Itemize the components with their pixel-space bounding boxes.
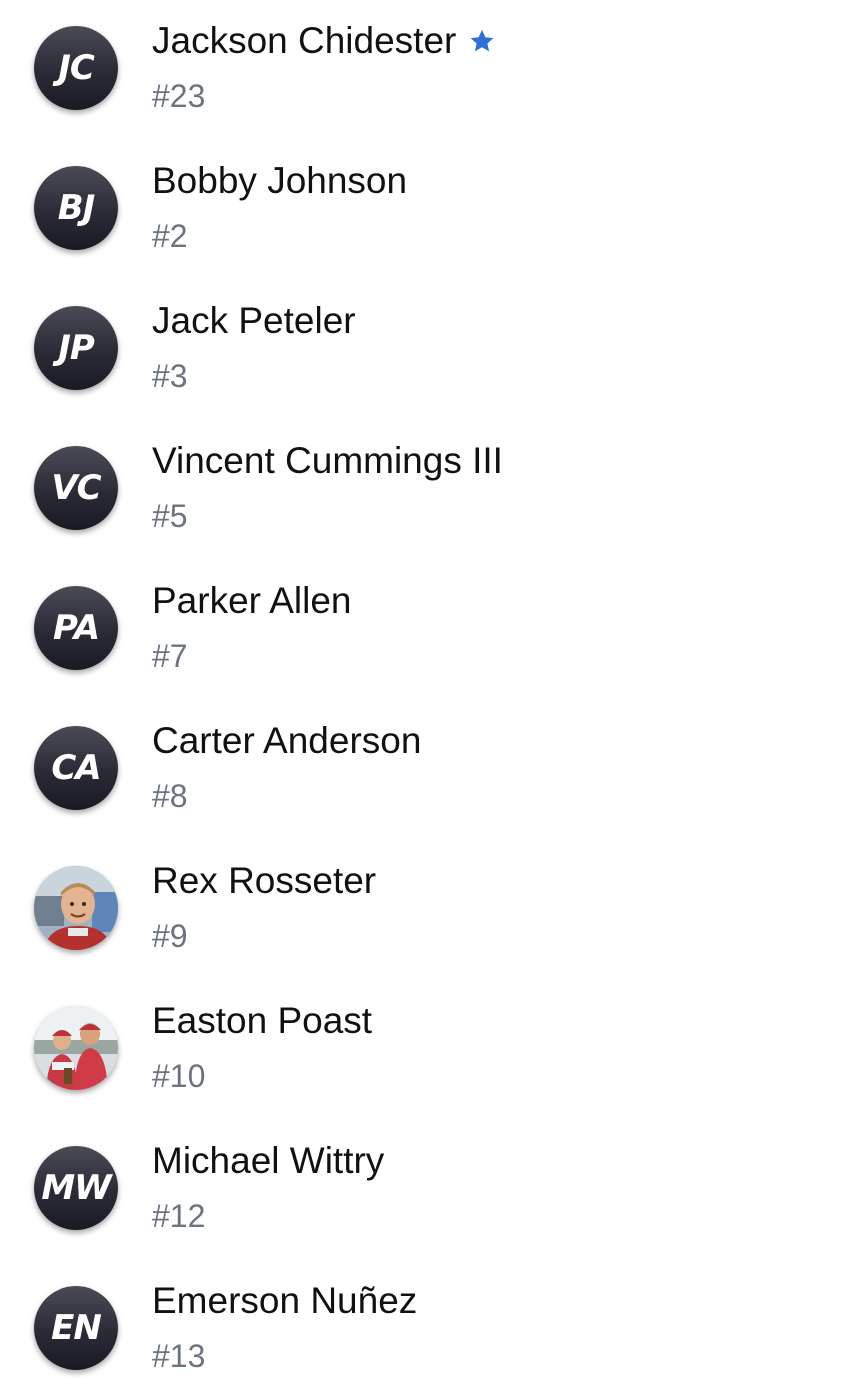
avatar-initials: VC: [51, 468, 101, 508]
jersey-number: #8: [152, 778, 188, 814]
jersey-number: #13: [152, 1338, 206, 1374]
jersey-number: #3: [152, 358, 188, 394]
star-icon: [470, 29, 494, 51]
avatar-initials: JP: [58, 328, 95, 368]
player-name: Easton Poast: [152, 1000, 373, 1041]
player-name: Bobby Johnson: [152, 160, 408, 201]
avatar-initials: JC: [58, 48, 95, 88]
player-row[interactable]: MW Michael Wittry #12: [0, 1120, 864, 1260]
player-name-line: Michael Wittry: [152, 1142, 384, 1179]
avatar-initials: EN: [51, 1308, 102, 1348]
player-name: Jackson Chidester: [152, 20, 457, 61]
player-name: Jack Peteler: [152, 300, 356, 341]
player-row[interactable]: VC Vincent Cummings III #5: [0, 420, 864, 560]
player-name-line: Carter Anderson: [152, 722, 421, 759]
player-avatar: JP: [34, 306, 118, 390]
player-avatar: PA: [34, 586, 118, 670]
player-name-line: Emerson Nuñez: [152, 1282, 417, 1319]
player-row[interactable]: JP Jack Peteler #3: [0, 280, 864, 420]
player-avatar: JC: [34, 26, 118, 110]
avatar-initials: BJ: [57, 188, 96, 228]
player-row[interactable]: BJ Bobby Johnson #2: [0, 140, 864, 280]
player-photo-avatar: [34, 1006, 118, 1090]
player-name: Vincent Cummings III: [152, 440, 503, 481]
jersey-number: #10: [152, 1058, 206, 1094]
player-row[interactable]: EN Emerson Nuñez #13: [0, 1260, 864, 1394]
player-avatar: VC: [34, 446, 118, 530]
jersey-number: #7: [152, 638, 188, 674]
player-name-line: Jack Peteler: [152, 302, 356, 339]
player-avatar: CA: [34, 726, 118, 810]
player-name: Parker Allen: [152, 580, 352, 621]
player-name: Carter Anderson: [152, 720, 422, 761]
avatar-initials: CA: [51, 748, 101, 788]
jersey-number: #9: [152, 918, 188, 954]
jersey-number: #12: [152, 1198, 206, 1234]
player-row[interactable]: Rex Rosseter #9: [0, 840, 864, 980]
player-row[interactable]: Easton Poast #10: [0, 980, 864, 1120]
player-name: Rex Rosseter: [152, 860, 377, 901]
player-row[interactable]: JC Jackson Chidester #23: [0, 0, 864, 140]
player-name: Emerson Nuñez: [152, 1280, 418, 1321]
player-row[interactable]: PA Parker Allen #7: [0, 560, 864, 700]
player-name: Michael Wittry: [152, 1140, 385, 1181]
player-photo: [34, 1006, 118, 1090]
avatar-initials: PA: [52, 608, 100, 648]
player-avatar: EN: [34, 1286, 118, 1370]
jersey-number: #5: [152, 498, 188, 534]
jersey-number: #23: [152, 78, 206, 114]
player-roster-list: JC Jackson Chidester #23 BJ Bobby Johnso…: [0, 0, 864, 1394]
player-name-line: Easton Poast: [152, 1002, 372, 1039]
player-photo: [34, 866, 118, 950]
player-row[interactable]: CA Carter Anderson #8: [0, 700, 864, 840]
player-name-line: Jackson Chidester: [152, 22, 496, 59]
player-name-line: Vincent Cummings III: [152, 442, 503, 479]
avatar-initials: MW: [41, 1168, 111, 1208]
player-photo-avatar: [34, 866, 118, 950]
jersey-number: #2: [152, 218, 188, 254]
player-avatar: MW: [34, 1146, 118, 1230]
player-avatar: BJ: [34, 166, 118, 250]
player-name-line: Bobby Johnson: [152, 162, 407, 199]
player-name-line: Parker Allen: [152, 582, 352, 619]
player-name-line: Rex Rosseter: [152, 862, 376, 899]
